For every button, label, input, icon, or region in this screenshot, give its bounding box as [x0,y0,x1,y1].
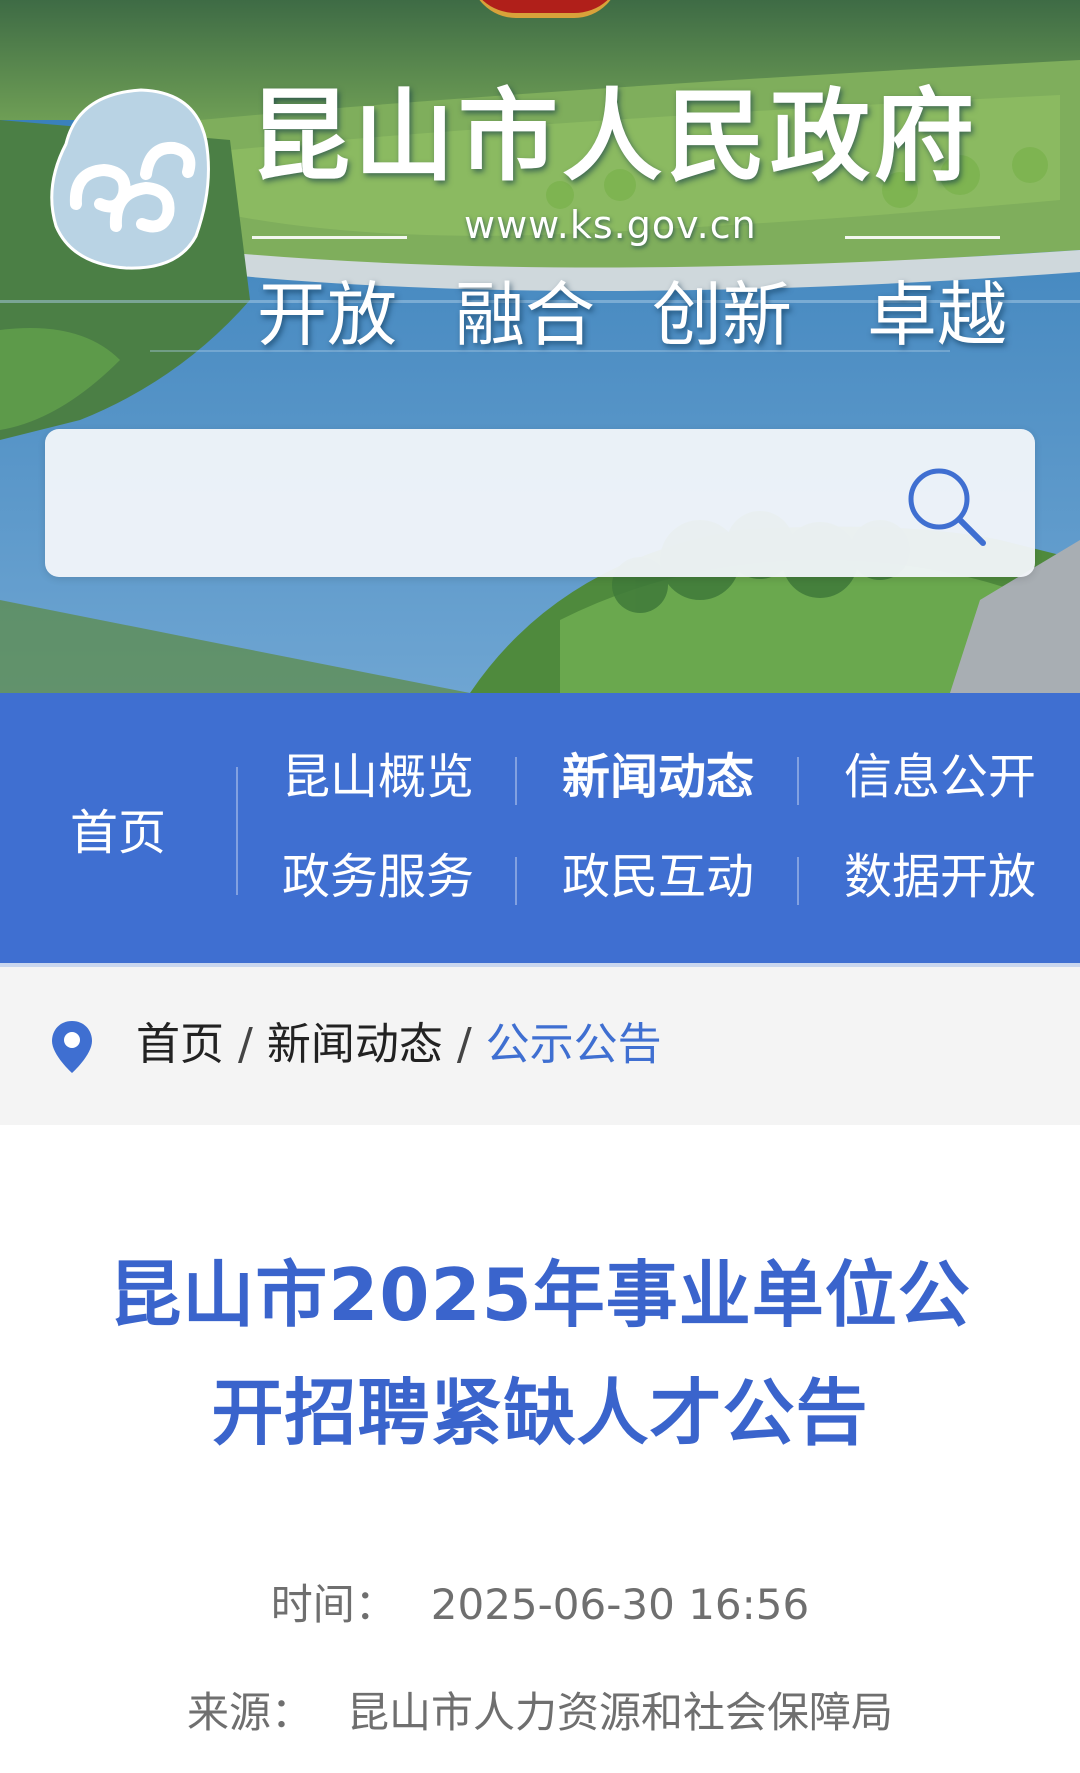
breadcrumb-news[interactable]: 新闻动态 [267,1019,443,1070]
nav-separator [797,857,799,905]
nav-item-gov-services[interactable]: 政务服务 [238,853,518,901]
site-url: www.ks.gov.cn [464,203,757,247]
slogan-word: 开放 [257,274,397,356]
nav-separator [515,757,517,805]
main-nav: 首页 昆山概览 新闻动态 信息公开 政务服务 政民互动 数据开放 [0,693,1080,967]
location-pin-icon [52,1021,92,1073]
article-title-line: 开招聘紧缺人才公告 [211,1371,869,1455]
header-banner: 昆山市人民政府 www.ks.gov.cn 开放 融合 创新 卓越 [0,0,1080,693]
kunshan-cloud-logo-icon[interactable] [46,86,216,272]
article-title: 昆山市2025年事业单位公 开招聘紧缺人才公告 [60,1236,1020,1472]
breadcrumb-separator: / [238,1019,253,1070]
url-divider-left [252,236,407,239]
nav-item-overview[interactable]: 昆山概览 [238,753,518,801]
slogan-word: 融合 [455,274,595,356]
nav-item-interaction[interactable]: 政民互动 [518,853,798,901]
source-value: 昆山市人力资源和社会保障局 [347,1688,894,1737]
nav-separator [515,857,517,905]
search-input[interactable] [69,463,889,543]
nav-item-info-disclosure[interactable]: 信息公开 [800,753,1080,801]
url-divider-right [845,236,1000,239]
article-source: 来源： 昆山市人力资源和社会保障局 [0,1692,1080,1734]
article-time: 时间： 2025-06-30 16:56 [0,1584,1080,1626]
article-title-line: 昆山市2025年事业单位公 [109,1253,971,1337]
search-bar[interactable] [45,429,1035,577]
breadcrumb-current[interactable]: 公示公告 [486,1019,662,1070]
source-label: 来源： [186,1688,313,1737]
search-icon[interactable] [901,461,991,551]
nav-item-news[interactable]: 新闻动态 [518,753,798,801]
slogan-word: 创新 [652,274,792,356]
site-title: 昆山市人民政府 [250,77,978,195]
time-value: 2025-06-30 16:56 [430,1580,810,1629]
slogan-word: 卓越 [867,274,1007,356]
nav-item-open-data[interactable]: 数据开放 [800,853,1080,901]
nav-separator [797,757,799,805]
breadcrumb-trail: 首页 / 新闻动态 / 公示公告 [136,1023,662,1067]
page: 昆山市人民政府 www.ks.gov.cn 开放 融合 创新 卓越 首页 昆山概… [0,0,1080,1773]
breadcrumb-home[interactable]: 首页 [136,1019,224,1070]
time-label: 时间： [270,1580,397,1629]
nav-item-home[interactable]: 首页 [0,693,236,963]
breadcrumb-separator: / [456,1019,472,1070]
